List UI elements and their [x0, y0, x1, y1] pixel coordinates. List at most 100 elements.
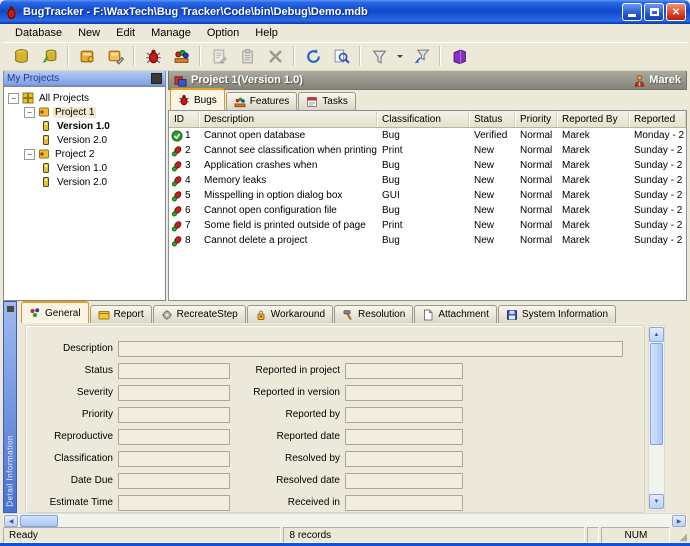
column-header-reported[interactable]: Reported: [629, 111, 686, 127]
table-row[interactable]: 5 Misspelling in option dialog box GUI New N…: [169, 188, 686, 203]
field-received-in-input[interactable]: [345, 495, 463, 511]
scroll-up-button[interactable]: ▲: [649, 327, 664, 342]
menu-manage[interactable]: Manage: [143, 25, 199, 41]
table-row[interactable]: 6 Cannot open configuration file Bug New Nor…: [169, 203, 686, 218]
title-bar[interactable]: BugTracker - F:\WaxTech\Bug Tracker\Code…: [0, 0, 690, 24]
vertical-scroll-thumb[interactable]: [650, 343, 663, 445]
resize-grip-icon[interactable]: ◢: [672, 527, 687, 543]
panel-close-icon[interactable]: [151, 72, 162, 84]
table-row[interactable]: 3 Application crashes when Bug New Normal Mar…: [169, 158, 686, 173]
tab-general[interactable]: General: [21, 301, 89, 323]
tree-item-project-1[interactable]: − Project 1: [4, 105, 165, 119]
tree-expander-icon[interactable]: −: [24, 148, 35, 160]
delete-record-button[interactable]: [262, 43, 288, 69]
tree-expander-icon[interactable]: −: [8, 92, 19, 104]
clear-filter-button[interactable]: [408, 43, 434, 69]
cell-reported: Sunday - 2: [634, 235, 683, 246]
scroll-left-button[interactable]: ◀: [4, 515, 18, 527]
menu-database[interactable]: Database: [7, 25, 70, 41]
column-header-priority[interactable]: Priority: [515, 111, 557, 127]
tab-resolution[interactable]: Resolution: [334, 305, 414, 323]
menu-option[interactable]: Option: [199, 25, 247, 41]
new-project-button[interactable]: [74, 43, 100, 69]
cell-priority: Normal: [520, 175, 553, 186]
field-priority-input[interactable]: [118, 407, 230, 423]
tab-label: Tasks: [322, 96, 348, 107]
tree-item-label: Version 2.0: [57, 134, 108, 146]
edit-project-icon: [107, 48, 124, 65]
menu-edit[interactable]: Edit: [108, 25, 143, 41]
refresh-button[interactable]: [300, 43, 326, 69]
window-controls: ✕: [622, 3, 686, 21]
minimize-button[interactable]: [622, 3, 642, 21]
open-database-button[interactable]: [8, 43, 34, 69]
tree-item-project-2[interactable]: − Project 2: [4, 147, 165, 161]
field-label-priority: Priority: [81, 409, 113, 420]
column-header-reported-by[interactable]: Reported By: [557, 111, 629, 127]
tab-features[interactable]: Features: [225, 92, 298, 110]
field-reported-in-project-input[interactable]: [345, 363, 463, 379]
field-reported-date-input[interactable]: [345, 429, 463, 445]
column-header-id[interactable]: ID: [169, 111, 199, 127]
new-bug-button[interactable]: [140, 43, 166, 69]
arrow-up-icon: ▲: [653, 331, 660, 338]
scroll-right-button[interactable]: ▶: [672, 515, 686, 527]
horizontal-scrollbar[interactable]: ◀ ▶: [3, 513, 687, 528]
column-header-status[interactable]: Status: [469, 111, 515, 127]
menu-new[interactable]: New: [70, 25, 108, 41]
bug-new-icon: [171, 235, 183, 247]
module-tabs: Bugs Features Tasks: [170, 88, 687, 110]
menu-help[interactable]: Help: [247, 25, 286, 41]
column-header-description[interactable]: Description: [199, 111, 377, 127]
field-status-input[interactable]: [118, 363, 230, 379]
field-reported-by-input[interactable]: [345, 407, 463, 423]
field-resolved-by-input[interactable]: [345, 451, 463, 467]
scroll-down-button[interactable]: ▼: [649, 494, 664, 509]
tab-tasks[interactable]: Tasks: [298, 92, 356, 110]
table-row[interactable]: 2 Cannot see classification when printing…: [169, 143, 686, 158]
tab-recreatestep[interactable]: RecreateStep: [152, 305, 246, 323]
tree-item-version-2-0[interactable]: Version 2.0: [4, 175, 165, 189]
cell-reported-by: Marek: [562, 190, 590, 201]
tree-item-version-2-0[interactable]: Version 2.0: [4, 133, 165, 147]
tree-item-version-1-0[interactable]: Version 1.0: [4, 119, 165, 133]
field-reproductive-input[interactable]: [118, 429, 230, 445]
detail-strip[interactable]: Detail Information: [3, 301, 17, 513]
help-button[interactable]: [446, 43, 472, 69]
table-header-row[interactable]: ID Description Classification Status Priorit…: [169, 111, 686, 128]
tab-report[interactable]: Report: [89, 305, 152, 323]
field-estimate-time-input[interactable]: [118, 495, 230, 511]
close-button[interactable]: ✕: [666, 3, 686, 21]
field-reported-in-version-input[interactable]: [345, 385, 463, 401]
tab-attachment[interactable]: Attachment: [414, 305, 497, 323]
filter-button[interactable]: [366, 43, 392, 69]
tab-bugs[interactable]: Bugs: [170, 88, 225, 110]
column-header-classification[interactable]: Classification: [377, 111, 469, 127]
field-classification-input[interactable]: [118, 451, 230, 467]
tree-item-all-projects[interactable]: − All Projects: [4, 91, 165, 105]
detach-database-button[interactable]: [36, 43, 62, 69]
tab-label: Features: [249, 96, 290, 107]
help-icon: [451, 48, 468, 65]
field-severity-input[interactable]: [118, 385, 230, 401]
edit-project-button[interactable]: [102, 43, 128, 69]
form-vertical-scrollbar[interactable]: ▲ ▼: [648, 325, 665, 511]
table-row[interactable]: 8 Cannot delete a project Bug New Normal Mare…: [169, 233, 686, 248]
tab-workaround[interactable]: Workaround: [246, 305, 334, 323]
field-resolved-date-input[interactable]: [345, 473, 463, 489]
tree-item-version-1-0[interactable]: Version 1.0: [4, 161, 165, 175]
field-date-due-input[interactable]: [118, 473, 230, 489]
tab-system-information[interactable]: System Information: [497, 305, 617, 323]
table-row[interactable]: 1 Cannot open database Bug Verified Normal Ma…: [169, 128, 686, 143]
maximize-button[interactable]: [644, 3, 664, 21]
field-description-input[interactable]: [118, 341, 623, 357]
view-record-button[interactable]: [234, 43, 260, 69]
horizontal-scroll-thumb[interactable]: [20, 515, 58, 527]
search-button[interactable]: [328, 43, 354, 69]
tree-expander-icon[interactable]: −: [24, 106, 35, 118]
table-row[interactable]: 7 Some field is printed outside of page Pr…: [169, 218, 686, 233]
edit-record-button[interactable]: [206, 43, 232, 69]
new-feature-button[interactable]: [168, 43, 194, 69]
dropdown-arrow-button[interactable]: [394, 43, 406, 69]
table-row[interactable]: 4 Memory leaks Bug New Normal Marek Sunday - 2: [169, 173, 686, 188]
